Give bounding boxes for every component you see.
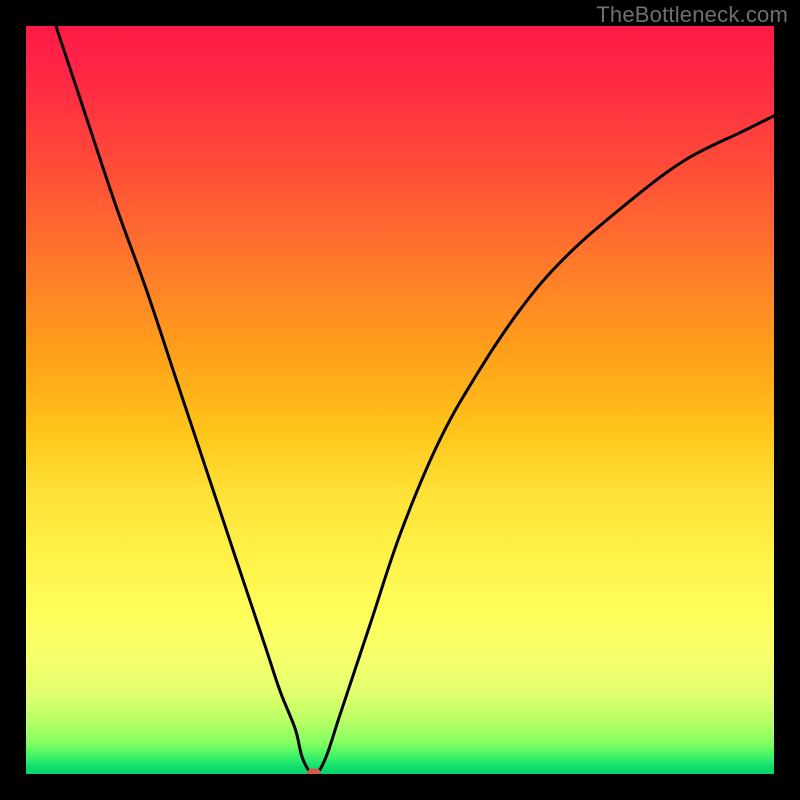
chart-frame: TheBottleneck.com (0, 0, 800, 800)
watermark-text: TheBottleneck.com (596, 2, 788, 28)
curve-svg (26, 26, 774, 774)
bottleneck-curve (56, 26, 774, 774)
current-point-marker (307, 769, 321, 775)
plot-area (26, 26, 774, 774)
